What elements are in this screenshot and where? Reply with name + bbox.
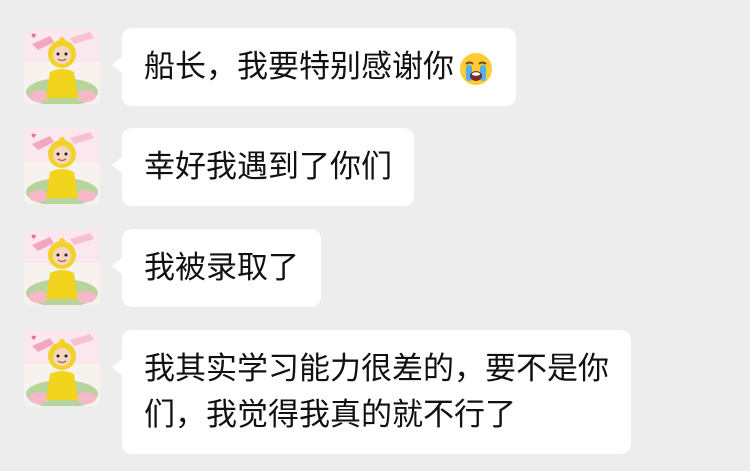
- avatar[interactable]: [24, 128, 100, 204]
- message-row: 船长，我要特别感谢你: [24, 28, 516, 106]
- message-text-line: 我被录取了: [144, 250, 299, 286]
- avatar[interactable]: [24, 229, 100, 305]
- loudly-crying-face-icon: [460, 52, 492, 85]
- avatar[interactable]: [24, 330, 100, 406]
- message-row: 幸好我遇到了你们: [24, 128, 414, 206]
- chat-panel: 船长，我要特别感谢你 幸好我遇到了你们 我被录取了 我其实学习能力很差的，要不是…: [0, 0, 750, 471]
- avatar-image: [24, 28, 100, 104]
- message-text-line: 我其实学习能力很差的，要不是你: [144, 351, 609, 387]
- message-text-line: 船长，我要特别感谢你: [144, 44, 494, 90]
- message-bubble[interactable]: 幸好我遇到了你们: [112, 128, 414, 206]
- message-row: 我其实学习能力很差的，要不是你 们，我觉得我真的就不行了: [24, 330, 631, 454]
- message-row: 我被录取了: [24, 229, 321, 307]
- avatar-image: [24, 330, 100, 406]
- message-text-line: 们，我觉得我真的就不行了: [144, 397, 516, 433]
- avatar[interactable]: [24, 28, 100, 104]
- message-bubble[interactable]: 我被录取了: [112, 229, 321, 307]
- message-bubble[interactable]: 船长，我要特别感谢你: [112, 28, 516, 106]
- avatar-image: [24, 128, 100, 204]
- message-bubble[interactable]: 我其实学习能力很差的，要不是你 们，我觉得我真的就不行了: [112, 330, 631, 454]
- message-text-line: 幸好我遇到了你们: [144, 149, 392, 185]
- avatar-image: [24, 229, 100, 305]
